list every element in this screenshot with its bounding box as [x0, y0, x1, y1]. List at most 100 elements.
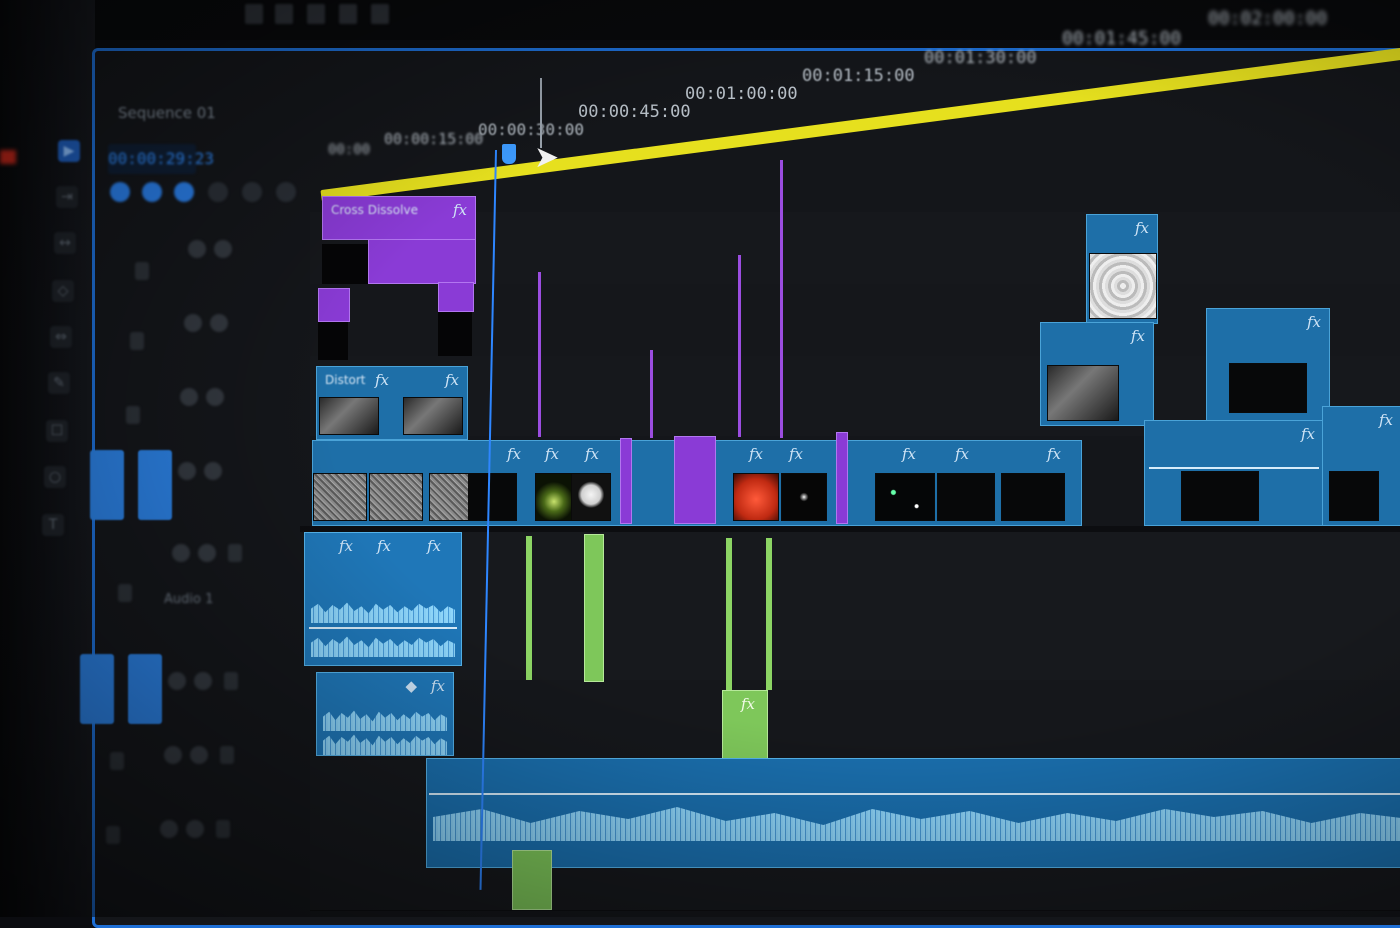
clip-thumbnail [429, 473, 469, 521]
sync-lock-icon[interactable] [178, 462, 196, 480]
voiceover-icon[interactable] [224, 672, 238, 690]
nested-sequence-clip[interactable] [726, 538, 732, 690]
fx-badge-icon: fx [452, 201, 467, 219]
adjustment-layer-clip[interactable] [438, 282, 474, 312]
sync-lock-icon[interactable] [180, 388, 198, 406]
volume-rubber-band[interactable] [309, 627, 457, 629]
pen-tool-icon[interactable]: ✎ [48, 372, 70, 394]
track-lane-a2[interactable] [310, 680, 1400, 761]
mute-icon[interactable] [160, 820, 178, 838]
clip-thumbnail [469, 473, 517, 521]
sequence-tab-title[interactable]: Sequence 01 [118, 104, 216, 122]
adjustment-layer-clip[interactable] [620, 438, 632, 524]
adjustment-layer-clip[interactable]: Cross Dissolve fx [322, 196, 476, 240]
short-clip[interactable] [780, 160, 783, 438]
nested-sequence-clip[interactable] [512, 850, 552, 910]
voiceover-icon[interactable] [228, 544, 242, 562]
adjustment-layer-clip[interactable] [318, 288, 350, 322]
mute-icon[interactable] [172, 544, 190, 562]
opacity-rubber-band[interactable] [1149, 467, 1319, 469]
nested-sequence-clip[interactable] [766, 538, 772, 690]
short-clip[interactable] [538, 272, 541, 437]
solo-icon[interactable] [194, 672, 212, 690]
video-audio-divider[interactable] [300, 526, 1400, 532]
voiceover-icon[interactable] [220, 746, 234, 764]
fx-badge-icon: fx [506, 445, 521, 463]
adjustment-layer-clip-body[interactable] [368, 240, 476, 284]
wrench-icon[interactable] [242, 182, 262, 202]
sync-lock-icon[interactable] [188, 240, 206, 258]
video-clip[interactable]: fx [1206, 308, 1330, 428]
ruler-label: 00:01:00:00 [685, 84, 798, 104]
clip-label: Cross Dissolve [331, 203, 418, 217]
new-bin-icon[interactable] [245, 4, 263, 24]
short-clip[interactable] [650, 350, 653, 438]
ripple-edit-tool-icon[interactable]: ↔ [54, 232, 76, 254]
mute-icon[interactable] [168, 672, 186, 690]
eye-icon[interactable] [206, 388, 224, 406]
video-clip[interactable]: fx [1322, 406, 1400, 526]
trash-icon[interactable] [371, 4, 389, 24]
adjustment-layer-clip[interactable] [836, 432, 848, 524]
video-clip[interactable]: Distort fx fx [316, 366, 468, 440]
audio-waveform [323, 710, 447, 731]
source-patch-a1[interactable] [80, 654, 114, 724]
track-lock-icon[interactable] [130, 332, 144, 350]
clip-thumbnail [535, 473, 573, 521]
playhead-handle[interactable] [502, 144, 516, 164]
solo-icon[interactable] [186, 820, 204, 838]
razor-tool-icon[interactable]: ◇ [52, 280, 74, 302]
track-name[interactable]: Audio 1 [164, 592, 213, 607]
source-patch-v1[interactable] [90, 450, 124, 520]
mute-icon[interactable] [164, 746, 182, 764]
timeline-settings-icon[interactable] [208, 182, 228, 202]
audio-clip[interactable]: ◆ fx [316, 672, 454, 756]
short-clip[interactable] [738, 255, 741, 437]
track-lock-icon[interactable] [110, 752, 124, 770]
search-icon[interactable] [275, 4, 293, 24]
track-target-v1[interactable] [138, 450, 172, 520]
type-tool-icon[interactable]: T [42, 514, 64, 536]
voiceover-icon[interactable] [216, 820, 230, 838]
track-lane-a1[interactable] [310, 530, 1400, 681]
hand-tool-icon[interactable]: ☐ [46, 420, 68, 442]
folder-icon[interactable] [307, 4, 325, 24]
track-select-tool-icon[interactable]: ⇥ [56, 186, 78, 208]
eye-icon[interactable] [204, 462, 222, 480]
ruler-label: 00:00:45:00 [578, 102, 691, 122]
linked-selection-icon[interactable] [142, 182, 162, 202]
snap-icon[interactable] [110, 182, 130, 202]
audio-clip[interactable]: fx fx fx [304, 532, 462, 666]
eye-icon[interactable] [214, 240, 232, 258]
sync-lock-icon[interactable] [184, 314, 202, 332]
ruler-label: 00:01:30:00 [924, 48, 1037, 68]
track-lock-icon[interactable] [118, 584, 132, 602]
adjustment-layer-clip[interactable] [674, 436, 716, 524]
track-lock-icon[interactable] [106, 826, 120, 844]
captions-icon[interactable] [276, 182, 296, 202]
fx-badge-icon: fx [748, 445, 763, 463]
new-item-icon[interactable] [339, 4, 357, 24]
nested-sequence-clip[interactable] [584, 534, 604, 682]
fx-badge-icon: fx [430, 677, 445, 695]
solo-icon[interactable] [190, 746, 208, 764]
volume-rubber-band[interactable] [429, 793, 1400, 795]
video-clip[interactable]: fx [1144, 420, 1324, 526]
fx-badge-icon: fx [1130, 327, 1145, 345]
track-target-a1[interactable] [128, 654, 162, 724]
playhead-timecode[interactable]: 00:00:29:23 [108, 144, 214, 174]
eye-icon[interactable] [210, 314, 228, 332]
selection-tool-icon[interactable]: ▶ [58, 140, 80, 162]
clip-thumbnail [1089, 253, 1157, 319]
solo-icon[interactable] [198, 544, 216, 562]
video-clip[interactable]: fx [1040, 322, 1154, 426]
add-marker-icon[interactable] [174, 182, 194, 202]
track-lock-icon[interactable] [126, 406, 140, 424]
zoom-tool-icon[interactable]: ○ [44, 466, 66, 488]
fx-badge-icon: fx [1300, 425, 1315, 443]
nested-sequence-clip[interactable] [526, 536, 532, 680]
music-audio-clip[interactable] [426, 758, 1400, 868]
video-clip[interactable]: fx [1086, 214, 1158, 324]
slip-tool-icon[interactable]: ⇔ [50, 326, 72, 348]
track-lock-icon[interactable] [135, 262, 149, 280]
